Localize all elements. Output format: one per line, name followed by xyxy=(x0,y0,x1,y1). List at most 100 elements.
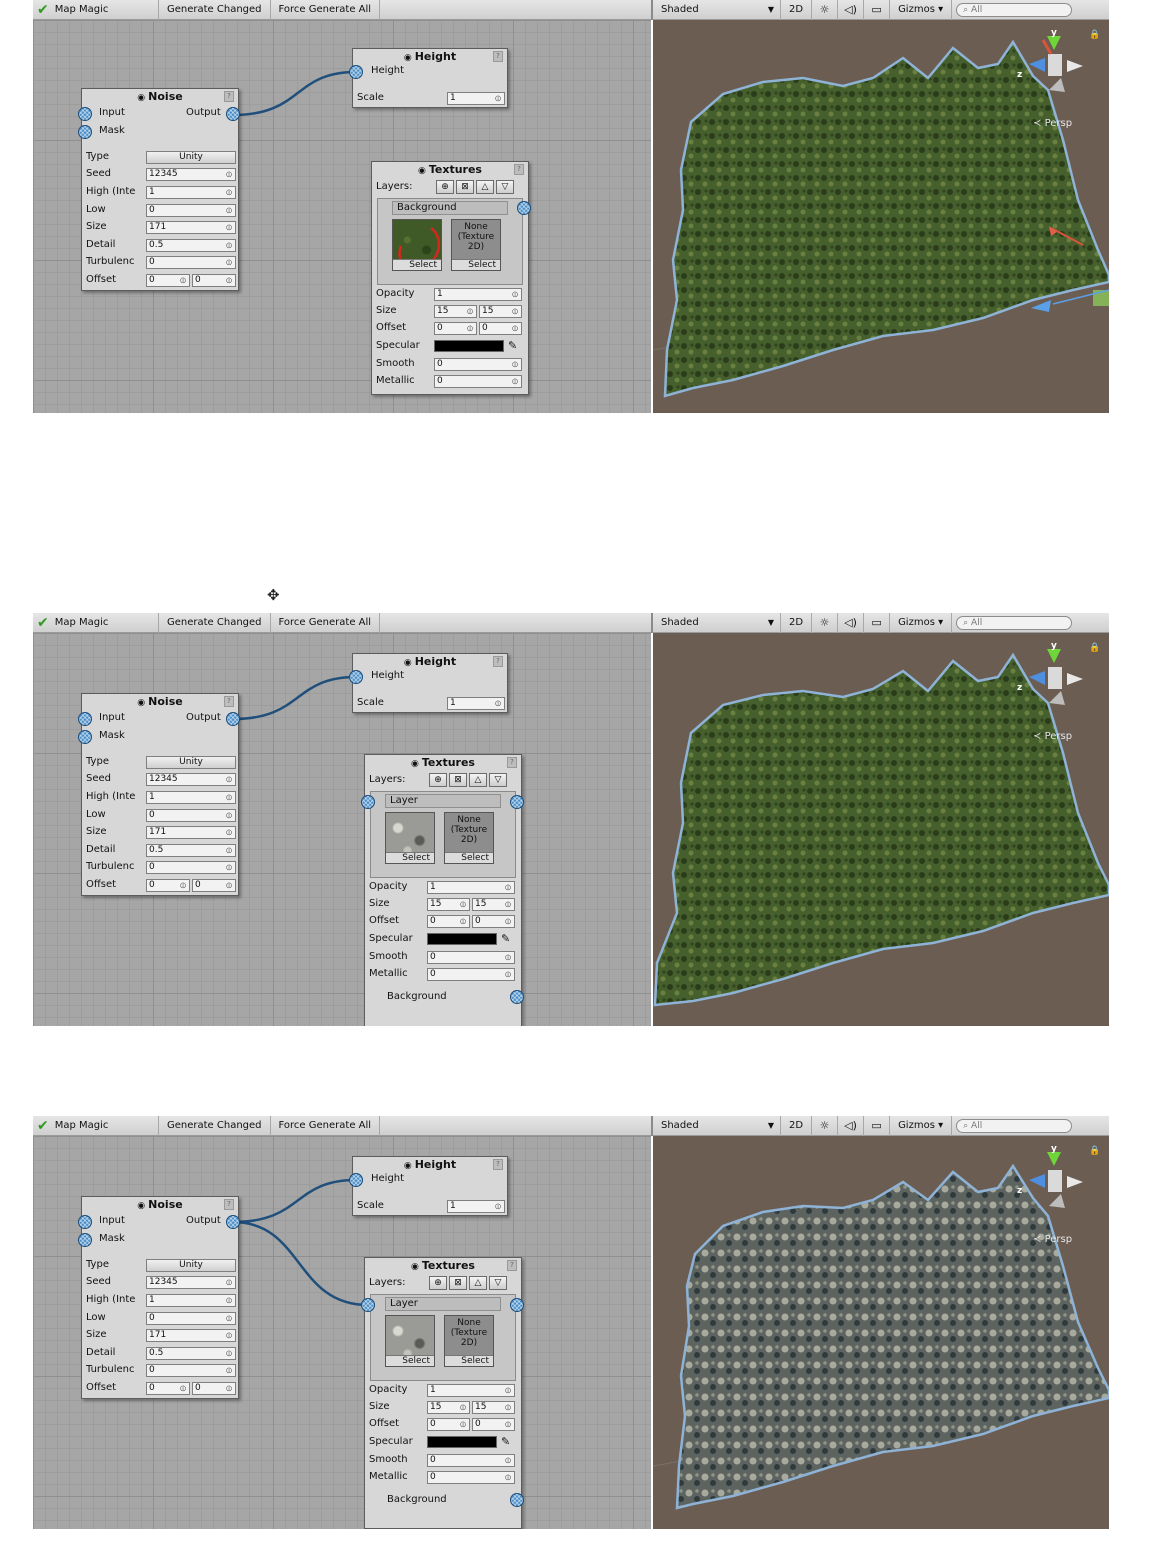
noise-output-port[interactable] xyxy=(226,107,240,121)
opacity-field[interactable]: 1 ⦶ xyxy=(427,1384,515,1397)
gizmos-dropdown[interactable]: Gizmos ▾ xyxy=(890,0,953,20)
textures-node[interactable]: ◉ Textures? Layers: ⊕ ⊠ △ ▽ Layer Select … xyxy=(364,754,522,1026)
eye-icon[interactable]: ◉ xyxy=(418,166,426,176)
low-field[interactable]: 0 ⦶ xyxy=(146,204,236,217)
opacity-field[interactable]: 1 ⦶ xyxy=(427,881,515,894)
height-node[interactable]: ◉ Height? Height Scale 1 ⦶ xyxy=(352,1156,508,1216)
effects-icon[interactable]: ▭ xyxy=(864,613,891,633)
layer-output-port[interactable] xyxy=(510,1298,524,1312)
diffuse-texture-slot[interactable]: Select xyxy=(392,219,442,271)
scale-field[interactable]: 1 ⦶ xyxy=(447,697,505,710)
select-button[interactable]: Select xyxy=(452,259,500,270)
opacity-field[interactable]: 1 ⦶ xyxy=(434,288,522,301)
size-field[interactable]: 171 ⦶ xyxy=(146,826,236,839)
layer-output-port[interactable] xyxy=(510,795,524,809)
size-x-field[interactable]: 15 ⦶ xyxy=(434,305,477,318)
offset-y-field[interactable]: 0 ⦶ xyxy=(472,1418,515,1431)
high-field[interactable]: 1 ⦶ xyxy=(146,791,236,804)
offset-x-field[interactable]: 0 ⦶ xyxy=(146,879,190,892)
eye-icon[interactable]: ◉ xyxy=(137,1201,145,1211)
audio-icon[interactable]: ◁) xyxy=(838,613,865,633)
detail-field[interactable]: 0.5 ⦶ xyxy=(146,239,236,252)
offset-y-field[interactable]: 0 ⦶ xyxy=(192,1382,236,1395)
generate-changed-button[interactable]: Generate Changed xyxy=(159,613,271,633)
move-up-icon[interactable]: △ xyxy=(469,773,487,787)
add-layer-icon[interactable]: ⊕ xyxy=(429,773,447,787)
help-icon[interactable]: ? xyxy=(493,1159,503,1170)
node-graph[interactable]: ◉ Height? Height Scale 1 ⦶ ◉ Noise? Input O… xyxy=(33,1136,651,1529)
specular-color-field[interactable] xyxy=(427,1436,497,1448)
normal-texture-slot[interactable]: None (Texture 2D) Select xyxy=(444,1315,494,1367)
lighting-icon[interactable]: ☼ xyxy=(812,0,839,20)
size-y-field[interactable]: 15 ⦶ xyxy=(479,305,522,318)
offset-x-field[interactable]: 0 ⦶ xyxy=(146,1382,190,1395)
generate-changed-button[interactable]: Generate Changed xyxy=(159,1116,271,1136)
help-icon[interactable]: ? xyxy=(507,757,517,768)
lighting-icon[interactable]: ☼ xyxy=(812,1116,839,1136)
turbulence-field[interactable]: 0 ⦶ xyxy=(146,256,236,269)
height-input-port[interactable] xyxy=(349,65,363,79)
type-dropdown[interactable]: Unity xyxy=(146,151,236,164)
smooth-field[interactable]: 0 ⦶ xyxy=(427,951,515,964)
detail-field[interactable]: 0.5 ⦶ xyxy=(146,1347,236,1360)
layer-name[interactable]: Background xyxy=(392,201,508,215)
normal-texture-slot[interactable]: None (Texture 2D) Select xyxy=(451,219,501,271)
scene-view[interactable]: y z 🔒 ≺ Persp xyxy=(653,633,1109,1026)
shade-mode-dropdown[interactable]: Shaded ▼ xyxy=(653,1116,781,1136)
size-x-field[interactable]: 15 ⦶ xyxy=(427,898,470,911)
eye-icon[interactable]: ◉ xyxy=(404,658,412,668)
textures-node[interactable]: ◉ Textures? Layers: ⊕ ⊠ △ ▽ Background Se… xyxy=(371,161,529,395)
low-field[interactable]: 0 ⦶ xyxy=(146,809,236,822)
audio-icon[interactable]: ◁) xyxy=(838,1116,865,1136)
noise-output-port[interactable] xyxy=(226,1215,240,1229)
eyedropper-icon[interactable]: ✎ xyxy=(501,1435,510,1448)
smooth-field[interactable]: 0 ⦶ xyxy=(434,358,522,371)
type-dropdown[interactable]: Unity xyxy=(146,756,236,769)
effects-icon[interactable]: ▭ xyxy=(864,0,891,20)
map-magic-tab[interactable]: ✔ Map Magic xyxy=(33,613,159,633)
size-x-field[interactable]: 15 ⦶ xyxy=(427,1401,470,1414)
scene-view[interactable]: y z 🔒 ≺ Persp xyxy=(653,1136,1109,1529)
eye-icon[interactable]: ◉ xyxy=(137,93,145,103)
scene-view[interactable]: y z 🔒 ≺ Persp xyxy=(653,20,1109,413)
offset-y-field[interactable]: 0 ⦶ xyxy=(192,879,236,892)
move-up-icon[interactable]: △ xyxy=(469,1276,487,1290)
size-y-field[interactable]: 15 ⦶ xyxy=(472,898,515,911)
noise-node[interactable]: ◉ Noise? Input Output Mask Type Unity Seed… xyxy=(81,1196,239,1399)
remove-layer-icon[interactable]: ⊠ xyxy=(449,1276,467,1290)
eye-icon[interactable]: ◉ xyxy=(404,53,412,63)
layer-input-port[interactable] xyxy=(361,1298,375,1312)
background-output-port[interactable] xyxy=(510,990,524,1004)
offset-y-field[interactable]: 0 ⦶ xyxy=(192,274,236,287)
help-icon[interactable]: ? xyxy=(224,91,234,102)
gizmos-dropdown[interactable]: Gizmos ▾ xyxy=(890,613,953,633)
force-generate-all-button[interactable]: Force Generate All xyxy=(271,613,381,633)
diffuse-texture-slot[interactable]: Select xyxy=(385,812,435,864)
help-icon[interactable]: ? xyxy=(493,51,503,62)
noise-mask-port[interactable] xyxy=(78,125,92,139)
height-node[interactable]: ◉ Height? Height Scale 1 ⦶ xyxy=(352,48,508,108)
gizmos-dropdown[interactable]: Gizmos ▾ xyxy=(890,1116,953,1136)
offset-x-field[interactable]: 0 ⦶ xyxy=(427,1418,470,1431)
move-up-icon[interactable]: △ xyxy=(476,180,494,194)
layer-input-port[interactable] xyxy=(361,795,375,809)
persp-label[interactable]: ≺ Persp xyxy=(1033,731,1072,742)
offset-y-field[interactable]: 0 ⦶ xyxy=(479,322,522,335)
help-icon[interactable]: ? xyxy=(507,1260,517,1271)
select-button[interactable]: Select xyxy=(445,852,493,863)
search-input[interactable]: ⌕ All xyxy=(956,1119,1073,1133)
node-graph[interactable]: ◉ Height? Height Scale 1 ⦶ ◉ Noise? Input O… xyxy=(33,20,651,413)
search-input[interactable]: ⌕ All xyxy=(956,616,1073,630)
lighting-icon[interactable]: ☼ xyxy=(812,613,839,633)
specular-color-field[interactable] xyxy=(427,933,497,945)
eye-icon[interactable]: ◉ xyxy=(404,1161,412,1171)
node-graph[interactable]: ◉ Height? Height Scale 1 ⦶ ◉ Noise? Input O… xyxy=(33,633,651,1026)
high-field[interactable]: 1 ⦶ xyxy=(146,1294,236,1307)
force-generate-all-button[interactable]: Force Generate All xyxy=(271,0,381,20)
smooth-field[interactable]: 0 ⦶ xyxy=(427,1454,515,1467)
specular-color-field[interactable] xyxy=(434,340,504,352)
noise-output-port[interactable] xyxy=(226,712,240,726)
move-down-icon[interactable]: ▽ xyxy=(489,1276,507,1290)
layer-name[interactable]: Layer xyxy=(385,1297,501,1311)
search-input[interactable]: ⌕ All xyxy=(956,3,1073,17)
